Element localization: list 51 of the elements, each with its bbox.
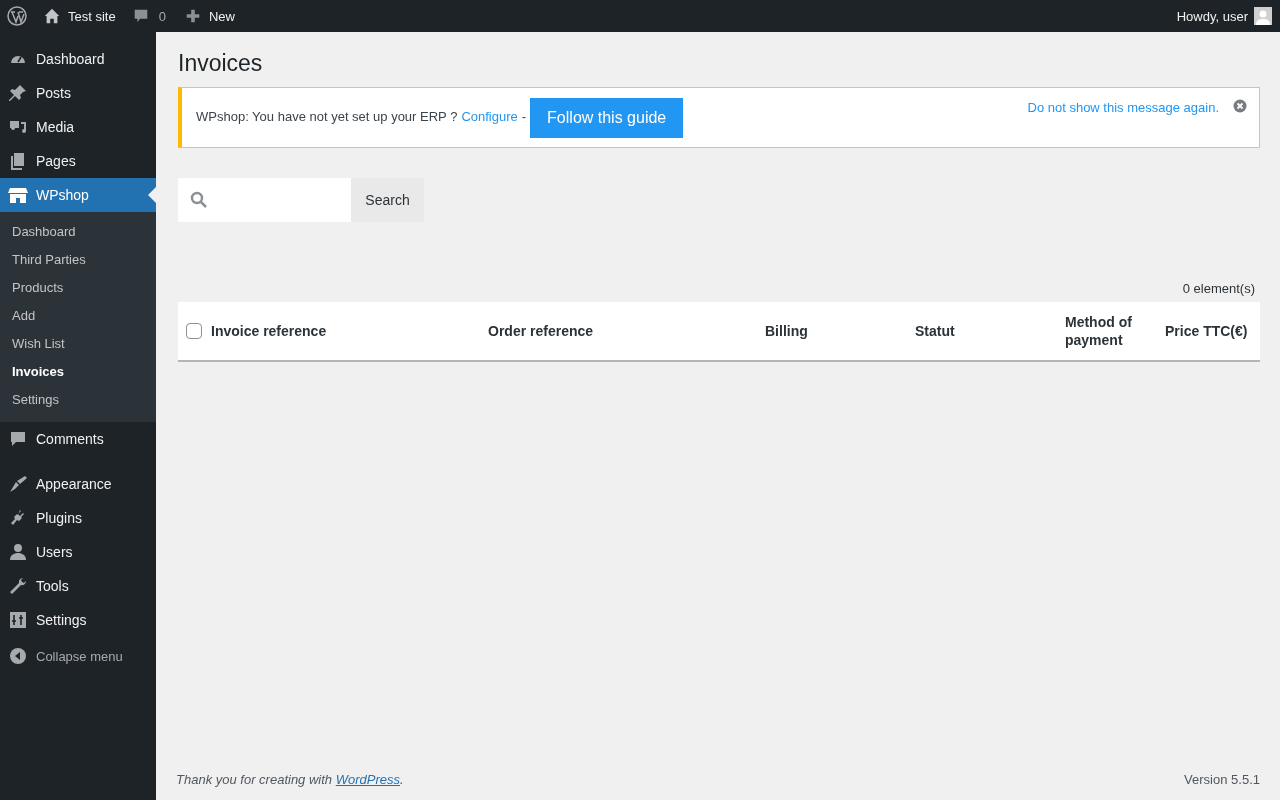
column-header: Billing	[765, 322, 809, 340]
greeting-link[interactable]: Howdy, user	[1176, 8, 1248, 24]
element-count: 0 element(s)	[1181, 281, 1255, 296]
submenu-item[interactable]: Settings	[0, 386, 156, 414]
pin-icon	[8, 83, 28, 103]
submenu-item[interactable]: Dashboard	[0, 218, 156, 246]
wordpress-link[interactable]: WordPress	[335, 772, 400, 787]
comment-icon	[8, 429, 28, 449]
brush-icon	[8, 474, 28, 494]
column-header: Statut	[915, 322, 956, 340]
notice-text: WPshop: You have not yet set up your ERP ?	[196, 109, 458, 124]
menu-item[interactable]: WPshop	[0, 178, 156, 212]
new-link[interactable]: New	[208, 8, 235, 24]
user-icon	[8, 542, 28, 562]
submenu-item[interactable]: Third Parties	[0, 246, 156, 274]
close-icon[interactable]	[1233, 99, 1247, 113]
submenu-item[interactable]: Products	[0, 274, 156, 302]
menu-item[interactable]: Settings	[0, 603, 156, 637]
menu-item[interactable]: Media	[0, 110, 156, 144]
sliders-icon	[8, 610, 28, 630]
site-link[interactable]: Test site	[68, 8, 116, 24]
search-icon	[190, 191, 208, 209]
column-header: Price TTC(€)	[1165, 322, 1249, 340]
submenu-item[interactable]: Wish List	[0, 330, 156, 358]
shop-icon	[8, 185, 28, 205]
submenu-item[interactable]: Add	[0, 302, 156, 330]
column-header: Order reference	[488, 322, 595, 340]
home-icon[interactable]	[43, 7, 61, 25]
collapse-icon[interactable]	[8, 646, 28, 666]
column-header: Invoice reference	[211, 322, 328, 340]
column-header: Method of payment	[1065, 313, 1133, 349]
menu-item[interactable]: Pages	[0, 144, 156, 178]
menu-item[interactable]: Plugins	[0, 501, 156, 535]
search-button[interactable]: Search	[351, 178, 424, 222]
separator-text: -	[521, 109, 527, 124]
version-text: Version 5.5.1	[1184, 772, 1260, 787]
wrench-icon	[8, 576, 28, 596]
menu-item[interactable]: Comments	[0, 422, 156, 456]
collapse-menu-link[interactable]: Collapse menu	[36, 648, 123, 664]
page-title: Invoices	[178, 50, 264, 77]
submenu-item[interactable]: Invoices	[0, 358, 156, 386]
footer-text: Thank you for creating with WordPress.	[176, 772, 404, 787]
comment-count[interactable]: 0	[158, 8, 166, 24]
select-all-checkbox[interactable]	[186, 323, 202, 339]
wordpress-logo[interactable]	[7, 6, 27, 26]
menu-item[interactable]: Dashboard	[0, 42, 156, 76]
menu-item[interactable]: Tools	[0, 569, 156, 603]
menu-item[interactable]: Posts	[0, 76, 156, 110]
menu-item[interactable]: Appearance	[0, 467, 156, 501]
search-field[interactable]	[178, 178, 351, 222]
menu-item[interactable]: Users	[0, 535, 156, 569]
